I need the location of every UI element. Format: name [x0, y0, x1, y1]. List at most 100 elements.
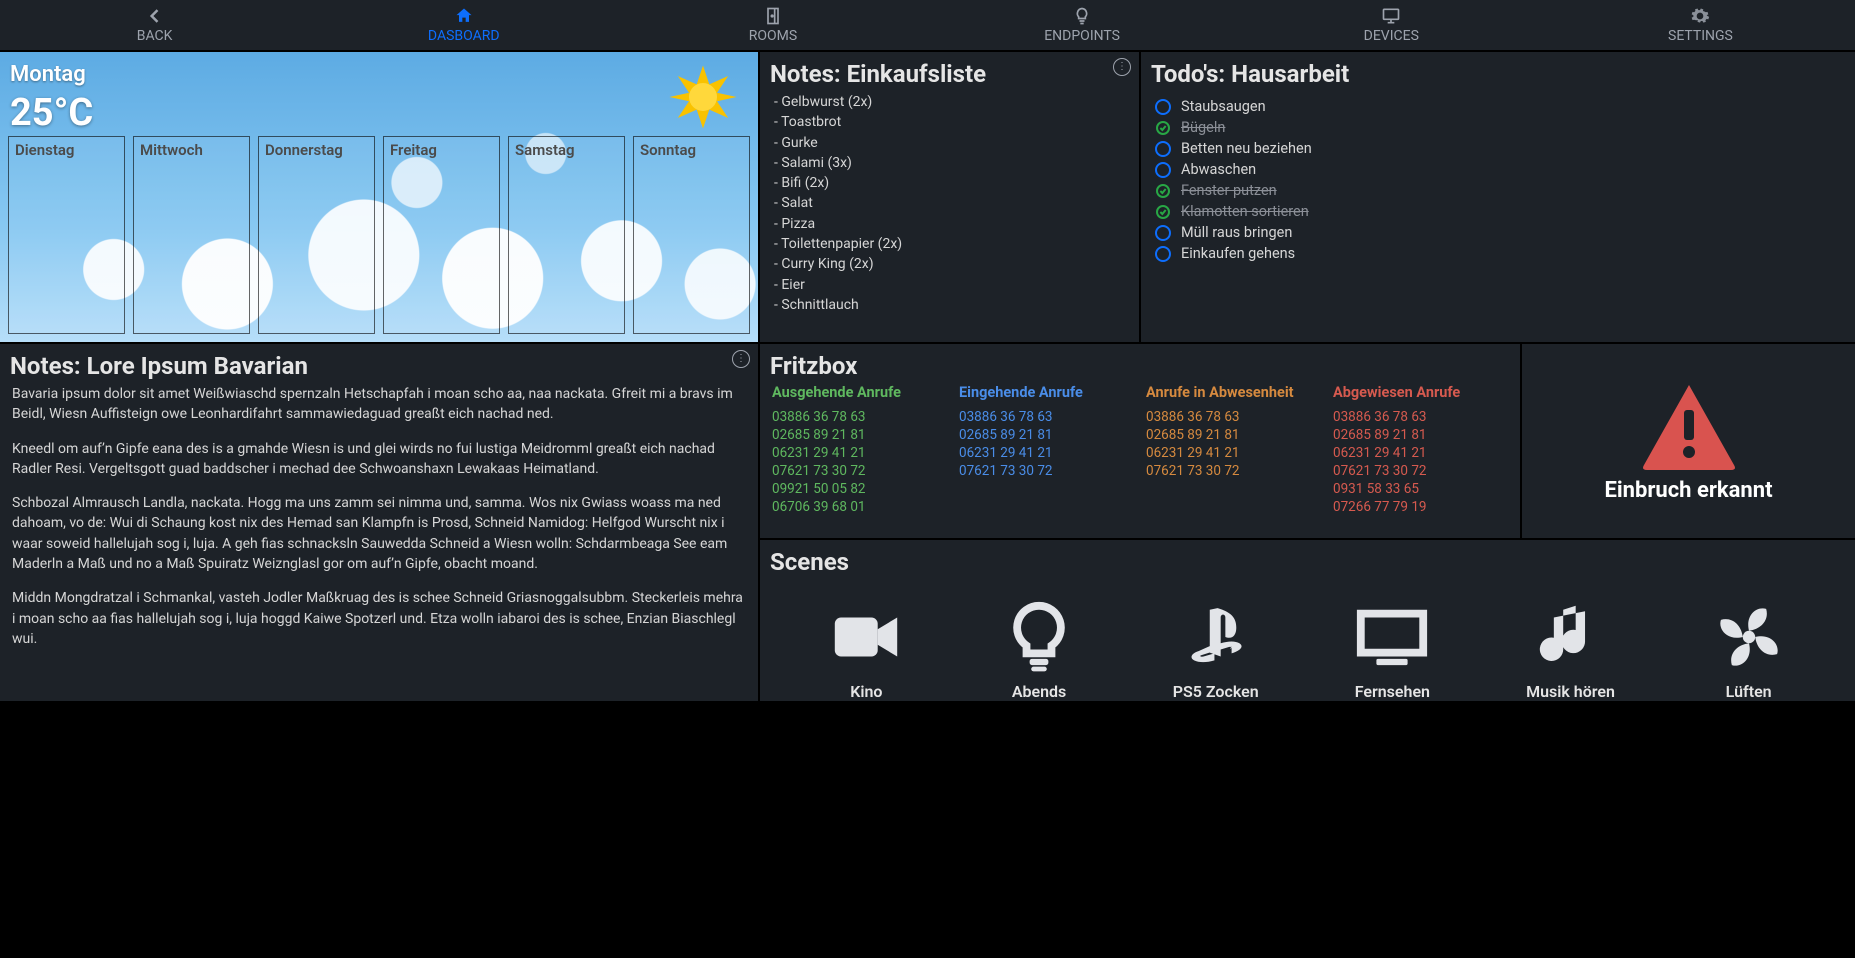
- todo-item[interactable]: Bügeln: [1155, 117, 1841, 138]
- shopping-item: - Pizza: [774, 214, 1125, 234]
- weather-today: Montag: [10, 62, 748, 87]
- circle-icon: [1155, 141, 1171, 157]
- phone-number[interactable]: 06706 39 68 01: [772, 498, 947, 516]
- scene-lueften[interactable]: Lüften: [1710, 598, 1788, 701]
- nav-settings[interactable]: SETTINGS: [1546, 0, 1855, 50]
- phone-number[interactable]: 07621 73 30 72: [1333, 462, 1508, 480]
- circle-icon: [1155, 162, 1171, 178]
- todo-label: Fenster putzen: [1181, 182, 1277, 199]
- phone-number[interactable]: 06231 29 41 21: [1146, 444, 1321, 462]
- bulb-icon: [1000, 598, 1078, 676]
- column-header: Abgewiesen Anrufe: [1333, 384, 1508, 401]
- check-icon: [1155, 183, 1171, 199]
- bavarian-title: Notes: Lore Ipsum Bavarian: [0, 344, 758, 384]
- shopping-item: - Schnittlauch: [774, 295, 1125, 315]
- more-icon[interactable]: ⋮: [732, 350, 750, 368]
- phone-number[interactable]: 06231 29 41 21: [1333, 444, 1508, 462]
- phone-number[interactable]: 07621 73 30 72: [959, 462, 1134, 480]
- todo-item[interactable]: Betten neu beziehen: [1155, 138, 1841, 159]
- nav-devices[interactable]: DEVICES: [1237, 0, 1546, 50]
- shopping-title: Notes: Einkaufsliste: [760, 52, 1139, 92]
- todo-item[interactable]: Müll raus bringen: [1155, 222, 1841, 243]
- todo-item[interactable]: Klamotten sortieren: [1155, 201, 1841, 222]
- phone-number[interactable]: 03886 36 78 63: [959, 408, 1134, 426]
- column-header: Ausgehende Anrufe: [772, 384, 947, 401]
- phone-number[interactable]: 07621 73 30 72: [1146, 462, 1321, 480]
- circle-icon: [1155, 225, 1171, 241]
- scene-label: Fernsehen: [1355, 682, 1430, 701]
- circle-icon: [1155, 99, 1171, 115]
- phone-number[interactable]: 0931 58 33 65: [1333, 480, 1508, 498]
- phone-number[interactable]: 02685 89 21 81: [1146, 426, 1321, 444]
- nav-endpoints-label: ENDPOINTS: [1044, 28, 1120, 44]
- nav-dashboard[interactable]: DASBOARD: [309, 0, 618, 50]
- forecast-day[interactable]: Mittwoch: [133, 136, 250, 334]
- scene-abends[interactable]: Abends: [1000, 598, 1078, 701]
- forecast-day[interactable]: Sonntag: [633, 136, 750, 334]
- shopping-item: - Curry King (2x): [774, 254, 1125, 274]
- music-icon: [1532, 598, 1610, 676]
- todo-item[interactable]: Fenster putzen: [1155, 180, 1841, 201]
- phone-number[interactable]: 07621 73 30 72: [772, 462, 947, 480]
- nav-settings-label: SETTINGS: [1668, 28, 1733, 44]
- todo-label: Betten neu beziehen: [1181, 140, 1312, 157]
- forecast-label: Mittwoch: [140, 141, 203, 159]
- phone-number[interactable]: 06231 29 41 21: [772, 444, 947, 462]
- phone-number[interactable]: 03886 36 78 63: [1146, 408, 1321, 426]
- shopping-item: - Gelbwurst (2x): [774, 92, 1125, 112]
- scene-ps5[interactable]: PS5 Zocken: [1173, 598, 1259, 701]
- phone-number[interactable]: 07266 77 79 19: [1333, 498, 1508, 516]
- scene-fernsehen[interactable]: Fernsehen: [1353, 598, 1431, 701]
- top-nav: BACK DASBOARD ROOMS ENDPOINTS DEVICES SE…: [0, 0, 1855, 50]
- phone-number[interactable]: 06231 29 41 21: [959, 444, 1134, 462]
- forecast-label: Freitag: [390, 141, 437, 159]
- fritzbox-title: Fritzbox: [760, 344, 1520, 384]
- todo-label: Müll raus bringen: [1181, 224, 1292, 241]
- nav-back[interactable]: BACK: [0, 0, 309, 50]
- phone-number[interactable]: 02685 89 21 81: [959, 426, 1134, 444]
- todo-label: Staubsaugen: [1181, 98, 1266, 115]
- more-icon[interactable]: ⋮: [1113, 58, 1131, 76]
- todo-list: Staubsaugen Bügeln Betten neu beziehen Abwa…: [1141, 92, 1855, 274]
- scene-label: Abends: [1012, 682, 1066, 701]
- shopping-item: - Toastbrot: [774, 112, 1125, 132]
- todo-item[interactable]: Einkaufen gehens: [1155, 243, 1841, 264]
- calls-incoming: Eingehende Anrufe03886 36 78 6302685 89 …: [959, 384, 1134, 517]
- bavarian-paragraph: Schbozal Almrausch Landla, nackata. Hogg…: [0, 493, 758, 588]
- forecast-day[interactable]: Donnerstag: [258, 136, 375, 334]
- nav-rooms-label: ROOMS: [749, 28, 797, 44]
- phone-number[interactable]: 03886 36 78 63: [1333, 408, 1508, 426]
- fritzbox-panel: Fritzbox Ausgehende Anrufe 03886 36 78 63…: [760, 344, 1520, 538]
- shopping-item: - Salat: [774, 193, 1125, 213]
- scene-kino[interactable]: Kino: [827, 598, 905, 701]
- playstation-icon: [1177, 598, 1255, 676]
- fan-icon: [1710, 598, 1788, 676]
- todo-item[interactable]: Staubsaugen: [1155, 96, 1841, 117]
- calls-missed: Anrufe in Abwesenheit03886 36 78 6302685…: [1146, 384, 1321, 517]
- alarm-message: Einbruch erkannt: [1604, 478, 1772, 503]
- nav-rooms[interactable]: ROOMS: [618, 0, 927, 50]
- forecast-label: Donnerstag: [265, 141, 343, 159]
- alarm-panel[interactable]: Einbruch erkannt: [1522, 344, 1855, 538]
- shopping-item: - Gurke: [774, 133, 1125, 153]
- warning-icon: [1639, 380, 1739, 470]
- shopping-item: - Toilettenpapier (2x): [774, 234, 1125, 254]
- forecast-day[interactable]: Samstag: [508, 136, 625, 334]
- nav-endpoints[interactable]: ENDPOINTS: [928, 0, 1237, 50]
- todo-label: Einkaufen gehens: [1181, 245, 1295, 262]
- check-icon: [1155, 204, 1171, 220]
- forecast-day[interactable]: Freitag: [383, 136, 500, 334]
- todo-label: Abwaschen: [1181, 161, 1256, 178]
- phone-number[interactable]: 02685 89 21 81: [772, 426, 947, 444]
- nav-dashboard-label: DASBOARD: [428, 28, 500, 44]
- phone-number[interactable]: 02685 89 21 81: [1333, 426, 1508, 444]
- todo-item[interactable]: Abwaschen: [1155, 159, 1841, 180]
- phone-number[interactable]: 03886 36 78 63: [772, 408, 947, 426]
- scene-musik[interactable]: Musik hören: [1526, 598, 1615, 701]
- dashboard-grid: Montag 25°C Dienstag Mittwoch Donnerstag…: [0, 50, 1855, 701]
- sun-icon: [668, 62, 738, 132]
- phone-number[interactable]: 09921 50 05 82: [772, 480, 947, 498]
- forecast-day[interactable]: Dienstag: [8, 136, 125, 334]
- shopping-item: - Eier: [774, 275, 1125, 295]
- scenes-panel: Scenes Kino Abends PS5 Zocken Fernsehen …: [760, 540, 1855, 701]
